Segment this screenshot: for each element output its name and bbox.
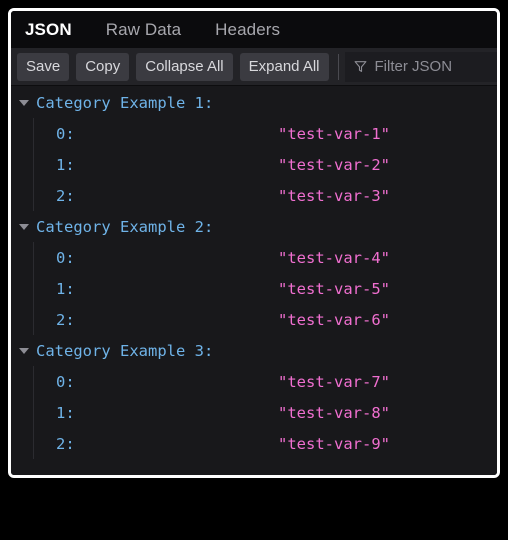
filter-json-placeholder: Filter JSON (374, 58, 453, 75)
json-item-row[interactable]: 0: "test-var-4" (11, 242, 497, 273)
json-item-value: "test-var-6" (278, 310, 390, 329)
json-item-value: "test-var-3" (278, 186, 390, 205)
json-item-row[interactable]: 2: "test-var-3" (11, 180, 497, 211)
json-item-row[interactable]: 1: "test-var-5" (11, 273, 497, 304)
devtools-tab-strip: JSON Raw Data Headers (11, 11, 497, 48)
json-object-row[interactable]: Category Example 2: (11, 211, 497, 242)
triangle-down-icon[interactable] (19, 99, 29, 106)
json-item-key: 2: (56, 310, 75, 329)
json-object-row[interactable]: Category Example 3: (11, 335, 497, 366)
filter-json-input[interactable]: Filter JSON (344, 51, 497, 82)
json-object-key: Category Example 2: (36, 217, 214, 236)
triangle-down-icon[interactable] (19, 223, 29, 230)
json-item-value: "test-var-4" (278, 248, 390, 267)
json-item-row[interactable]: 2: "test-var-9" (11, 428, 497, 459)
json-item-key: 2: (56, 186, 75, 205)
json-item-row[interactable]: 0: "test-var-7" (11, 366, 497, 397)
json-item-row[interactable]: 1: "test-var-8" (11, 397, 497, 428)
json-viewer-toolbar: Save Copy Collapse All Expand All Filter… (11, 48, 497, 86)
json-item-key: 2: (56, 434, 75, 453)
tab-json[interactable]: JSON (25, 11, 72, 48)
funnel-icon (354, 61, 366, 72)
json-item-value: "test-var-1" (278, 124, 390, 143)
json-item-key: 0: (56, 372, 75, 391)
save-button[interactable]: Save (17, 52, 70, 81)
json-item-key: 0: (56, 124, 75, 143)
json-item-row[interactable]: 1: "test-var-2" (11, 149, 497, 180)
devtools-json-panel: JSON Raw Data Headers Save Copy Collapse… (8, 8, 500, 478)
triangle-down-icon[interactable] (19, 347, 29, 354)
expand-all-button[interactable]: Expand All (239, 52, 329, 81)
json-item-value: "test-var-2" (278, 155, 390, 174)
json-tree[interactable]: Category Example 1: 0: "test-var-1" 1: "… (11, 86, 497, 475)
json-item-value: "test-var-8" (278, 403, 390, 422)
json-item-key: 0: (56, 248, 75, 267)
tab-raw-data[interactable]: Raw Data (106, 11, 181, 48)
collapse-all-button[interactable]: Collapse All (136, 52, 233, 81)
json-item-value: "test-var-5" (278, 279, 390, 298)
json-object-key: Category Example 3: (36, 341, 214, 360)
json-item-row[interactable]: 2: "test-var-6" (11, 304, 497, 335)
json-item-key: 1: (56, 155, 75, 174)
json-object-row[interactable]: Category Example 1: (11, 87, 497, 118)
json-item-row[interactable]: 0: "test-var-1" (11, 118, 497, 149)
json-item-key: 1: (56, 403, 75, 422)
toolbar-separator (337, 53, 339, 80)
copy-button[interactable]: Copy (76, 52, 130, 81)
json-item-value: "test-var-9" (278, 434, 390, 453)
json-item-value: "test-var-7" (278, 372, 390, 391)
json-object-key: Category Example 1: (36, 93, 214, 112)
json-item-key: 1: (56, 279, 75, 298)
tab-headers[interactable]: Headers (215, 11, 280, 48)
